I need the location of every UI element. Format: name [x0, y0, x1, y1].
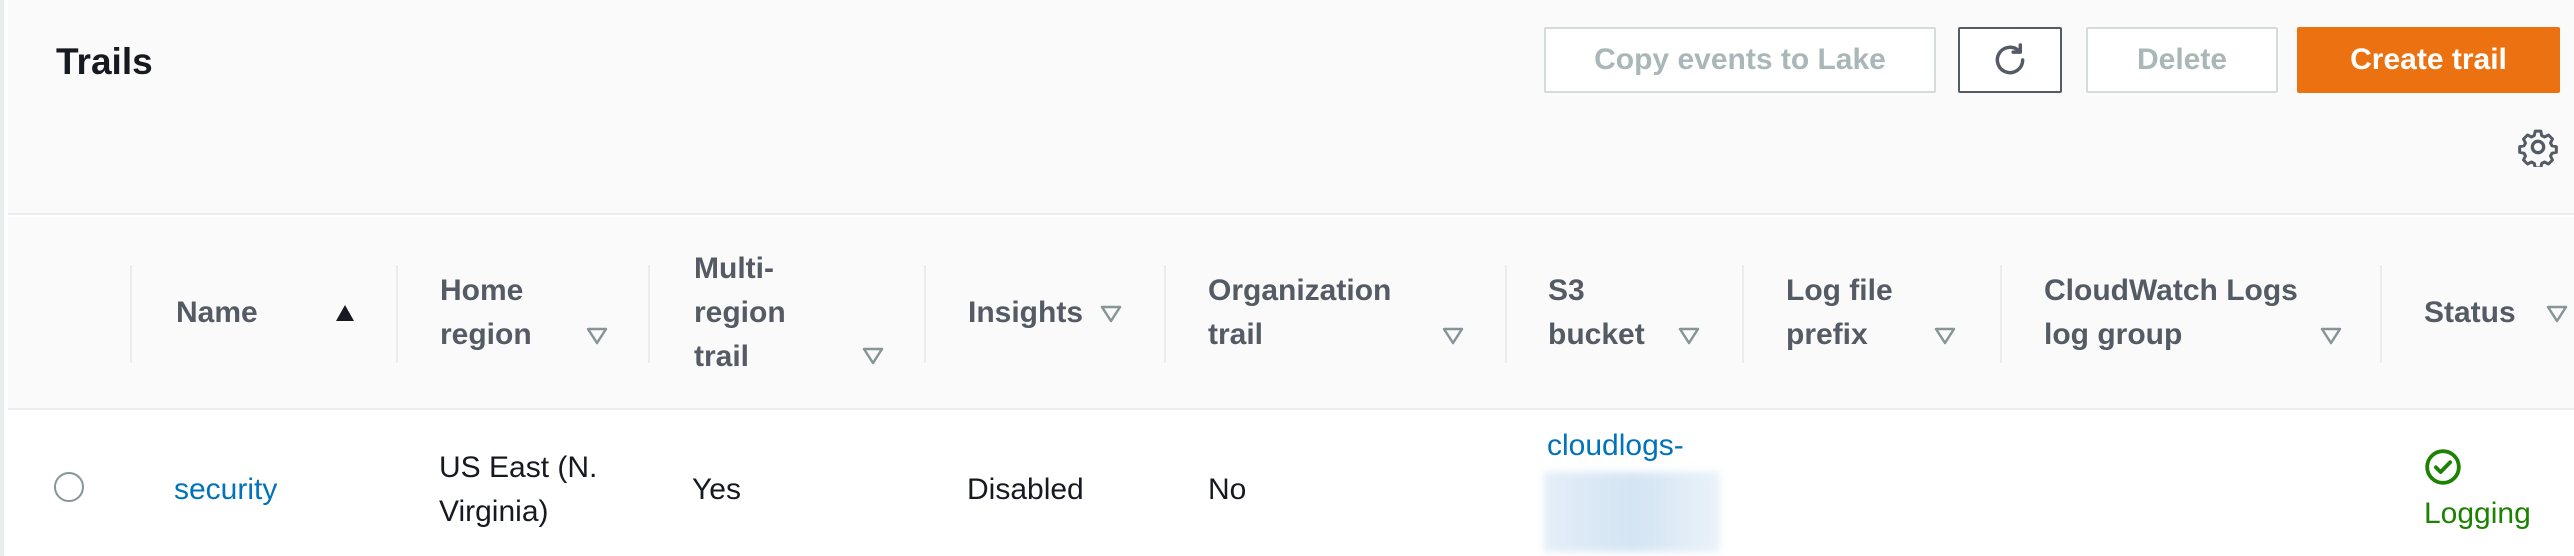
- column-header-name[interactable]: Name: [176, 217, 366, 410]
- sort-ascending-icon[interactable]: [334, 303, 356, 323]
- home-region-cell: US East (N.: [439, 451, 598, 484]
- column-separator: [2000, 265, 2002, 363]
- column-header-organization-trail[interactable]: Organization trail: [1208, 217, 1478, 410]
- column-header-label: Insights: [968, 296, 1084, 329]
- column-header-label: CloudWatch Logs: [2044, 274, 2298, 307]
- column-header-label: prefix: [1786, 318, 1868, 351]
- s3-bucket-link[interactable]: cloudlogs-: [1547, 424, 1684, 468]
- copy-events-to-lake-button[interactable]: Copy events to Lake: [1544, 27, 1936, 93]
- column-header-label: trail: [1208, 318, 1264, 351]
- column-header-label: Log file: [1786, 274, 1893, 307]
- multi-region-cell: Yes: [692, 473, 741, 506]
- column-header-label: Home: [440, 274, 524, 307]
- create-trail-button[interactable]: Create trail: [2297, 27, 2560, 93]
- column-header-status[interactable]: Status: [2424, 217, 2574, 410]
- sort-icon[interactable]: [1100, 305, 1122, 323]
- column-header-cloudwatch-logs-log-group[interactable]: CloudWatch Logs log group: [2044, 217, 2364, 410]
- column-header-s3-bucket[interactable]: S3 bucket: [1548, 217, 1728, 410]
- redacted-bucket-name: [1544, 472, 1720, 552]
- refresh-button[interactable]: [1958, 27, 2062, 93]
- column-separator: [1742, 265, 1744, 363]
- delete-button[interactable]: Delete: [2086, 27, 2278, 93]
- sort-icon[interactable]: [1934, 327, 1956, 345]
- sort-icon[interactable]: [1442, 327, 1464, 345]
- gear-icon[interactable]: [2518, 127, 2558, 167]
- sort-icon[interactable]: [862, 347, 884, 365]
- column-separator: [2380, 265, 2382, 363]
- status-badge: Logging: [2424, 448, 2531, 536]
- column-header-label: trail: [694, 340, 750, 373]
- column-header-label: region: [694, 296, 786, 329]
- sort-icon[interactable]: [1678, 327, 1700, 345]
- column-header-label: Name: [176, 296, 258, 329]
- home-region-cell: Virginia): [439, 495, 549, 528]
- check-circle-icon: [2425, 449, 2461, 485]
- column-header-label: bucket: [1548, 318, 1645, 351]
- trails-header: Trails Copy events to Lake Delete Create…: [8, 0, 2574, 215]
- refresh-icon: [1995, 43, 2025, 75]
- trails-page: Trails Copy events to Lake Delete Create…: [0, 0, 2574, 556]
- insights-cell: Disabled: [967, 473, 1084, 506]
- column-header-home-region[interactable]: Home region: [440, 217, 620, 410]
- column-separator: [924, 265, 926, 363]
- table-row[interactable]: [8, 412, 2574, 556]
- column-separator: [130, 265, 132, 363]
- table-header: Name Home region Multi- region trail Ins…: [8, 217, 2574, 410]
- status-label: Logging: [2424, 497, 2531, 530]
- column-header-label: Status: [2424, 296, 2516, 329]
- column-header-insights[interactable]: Insights: [968, 217, 1148, 410]
- column-header-multi-region-trail[interactable]: Multi- region trail: [694, 217, 894, 410]
- sort-icon[interactable]: [586, 327, 608, 345]
- column-header-label: Multi-: [694, 252, 774, 285]
- page-title: Trails: [56, 41, 153, 82]
- sort-icon[interactable]: [2320, 327, 2342, 345]
- column-header-label: region: [440, 318, 532, 351]
- row-select-radio[interactable]: [54, 472, 84, 502]
- column-separator: [396, 265, 398, 363]
- trail-name-link[interactable]: security: [174, 468, 277, 512]
- column-header-label: log group: [2044, 318, 2183, 351]
- column-header-label: Organization: [1208, 274, 1392, 307]
- sort-icon[interactable]: [2546, 305, 2568, 323]
- column-header-label: S3: [1548, 274, 1585, 307]
- column-separator: [648, 265, 650, 363]
- column-separator: [1505, 265, 1507, 363]
- organization-trail-cell: No: [1208, 473, 1247, 506]
- column-separator: [1164, 265, 1166, 363]
- column-header-log-file-prefix[interactable]: Log file prefix: [1786, 217, 1986, 410]
